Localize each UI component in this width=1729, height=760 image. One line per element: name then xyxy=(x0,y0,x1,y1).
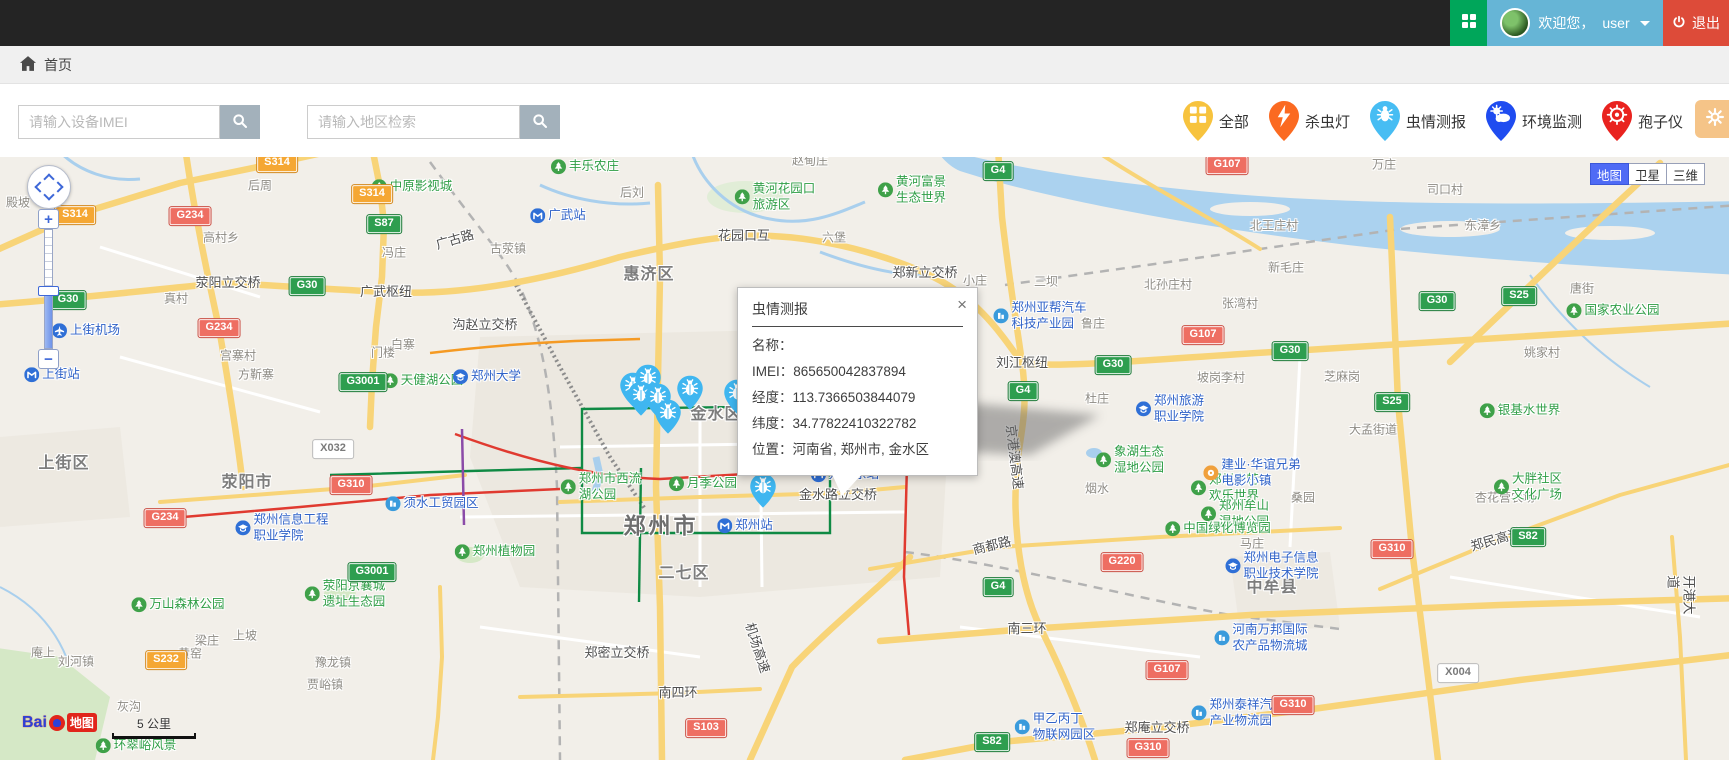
map-zoom-control: + − xyxy=(38,209,59,369)
baidu-map-text: 地图 xyxy=(67,713,97,732)
logout-button[interactable]: 退出 xyxy=(1663,0,1729,46)
imei-search-button[interactable] xyxy=(220,105,260,139)
zoom-slider-track[interactable] xyxy=(44,229,53,349)
device-type-legend: 全部 杀虫灯 虫情测报 环境监测 孢子仪 xyxy=(1183,92,1683,150)
legend-item-all[interactable]: 全部 xyxy=(1183,101,1249,141)
device-info-popup: × 虫情测报 名称：IMEI：865650042837894经度：113.736… xyxy=(737,287,978,476)
legend-item-insect-lamp[interactable]: 杀虫灯 xyxy=(1269,101,1350,141)
pest-monitor-device-pin[interactable] xyxy=(750,474,776,508)
pest-monitor-pin-icon xyxy=(1370,101,1400,141)
map-view-button-2[interactable]: 卫星 xyxy=(1629,163,1667,185)
legend-item-spore-meter[interactable]: 孢子仪 xyxy=(1602,101,1683,141)
pan-down-icon[interactable] xyxy=(43,189,54,200)
popup-field: 经度：113.7366503844079 xyxy=(752,385,963,411)
zoom-out-button[interactable]: − xyxy=(38,349,59,369)
toolbar: 全部 杀虫灯 虫情测报 环境监测 孢子仪 xyxy=(0,84,1729,157)
search-icon xyxy=(232,113,248,132)
breadcrumb-home-label[interactable]: 首页 xyxy=(44,55,72,75)
scale-label: 5 公里 xyxy=(112,715,196,732)
search-icon xyxy=(532,113,548,132)
baidu-logo: Bai 地图 xyxy=(22,713,97,732)
apps-grid-button[interactable] xyxy=(1450,0,1487,46)
map-view-button-1[interactable]: 地图 xyxy=(1590,163,1629,185)
settings-button[interactable] xyxy=(1695,100,1729,138)
pan-left-icon[interactable] xyxy=(34,181,45,192)
popup-field: 纬度：34.77822410322782 xyxy=(752,411,963,437)
baidu-paw-icon xyxy=(49,715,65,731)
power-icon xyxy=(1672,15,1686,32)
legend-label: 环境监测 xyxy=(1522,111,1582,132)
zoom-in-button[interactable]: + xyxy=(38,209,59,229)
welcome-text: 欢迎您， xyxy=(1538,13,1594,33)
legend-label: 虫情测报 xyxy=(1406,111,1466,132)
insect-lamp-pin-icon xyxy=(1269,101,1299,141)
map-pan-control[interactable] xyxy=(27,165,71,209)
imei-search-input[interactable] xyxy=(18,105,220,139)
grid-icon xyxy=(1461,13,1477,34)
close-icon[interactable]: × xyxy=(957,296,967,313)
map-view-button-3[interactable]: 三维 xyxy=(1667,163,1705,185)
chevron-down-icon xyxy=(1640,21,1650,26)
zoom-slider-fill xyxy=(45,290,52,348)
region-search-input[interactable] xyxy=(307,105,520,139)
zoom-slider-handle[interactable] xyxy=(38,286,59,296)
legend-label: 全部 xyxy=(1219,111,1249,132)
user-menu[interactable]: 欢迎您， user xyxy=(1487,0,1663,46)
top-bar: 欢迎您， user 退出 xyxy=(0,0,1729,46)
pest-monitor-device-pin[interactable] xyxy=(677,376,703,410)
logout-label: 退出 xyxy=(1692,13,1720,33)
gear-icon xyxy=(1705,107,1725,132)
pan-right-icon[interactable] xyxy=(52,181,63,192)
popup-field: 名称： xyxy=(752,333,963,359)
home-icon[interactable] xyxy=(20,56,36,74)
all-pin-icon xyxy=(1183,101,1213,141)
map-scale: 5 公里 xyxy=(112,715,196,739)
region-search-button[interactable] xyxy=(520,105,560,139)
pan-up-icon[interactable] xyxy=(43,173,54,184)
legend-item-env-monitor[interactable]: 环境监测 xyxy=(1486,101,1582,141)
legend-label: 孢子仪 xyxy=(1638,111,1683,132)
env-monitor-pin-icon xyxy=(1486,101,1516,141)
breadcrumb: 首页 xyxy=(0,46,1729,84)
avatar xyxy=(1500,8,1530,38)
baidu-map[interactable]: 郑州市惠济区金水区二七区中牟县上街区荥阳市后周殿坡高村乡真村白寨门楼宫寨村方靳寨… xyxy=(0,157,1729,760)
popup-title: 虫情测报 xyxy=(752,299,963,327)
legend-label: 杀虫灯 xyxy=(1305,111,1350,132)
username: user xyxy=(1602,15,1629,31)
map-view-switcher: 地图卫星三维 xyxy=(1590,163,1705,185)
popup-field: 位置：河南省, 郑州市, 金水区 xyxy=(752,437,963,463)
baidu-logo-text: Bai xyxy=(22,714,47,732)
popup-field: IMEI：865650042837894 xyxy=(752,359,963,385)
spore-meter-pin-icon xyxy=(1602,101,1632,141)
scale-bar xyxy=(112,733,196,739)
legend-item-pest-monitor[interactable]: 虫情测报 xyxy=(1370,101,1466,141)
